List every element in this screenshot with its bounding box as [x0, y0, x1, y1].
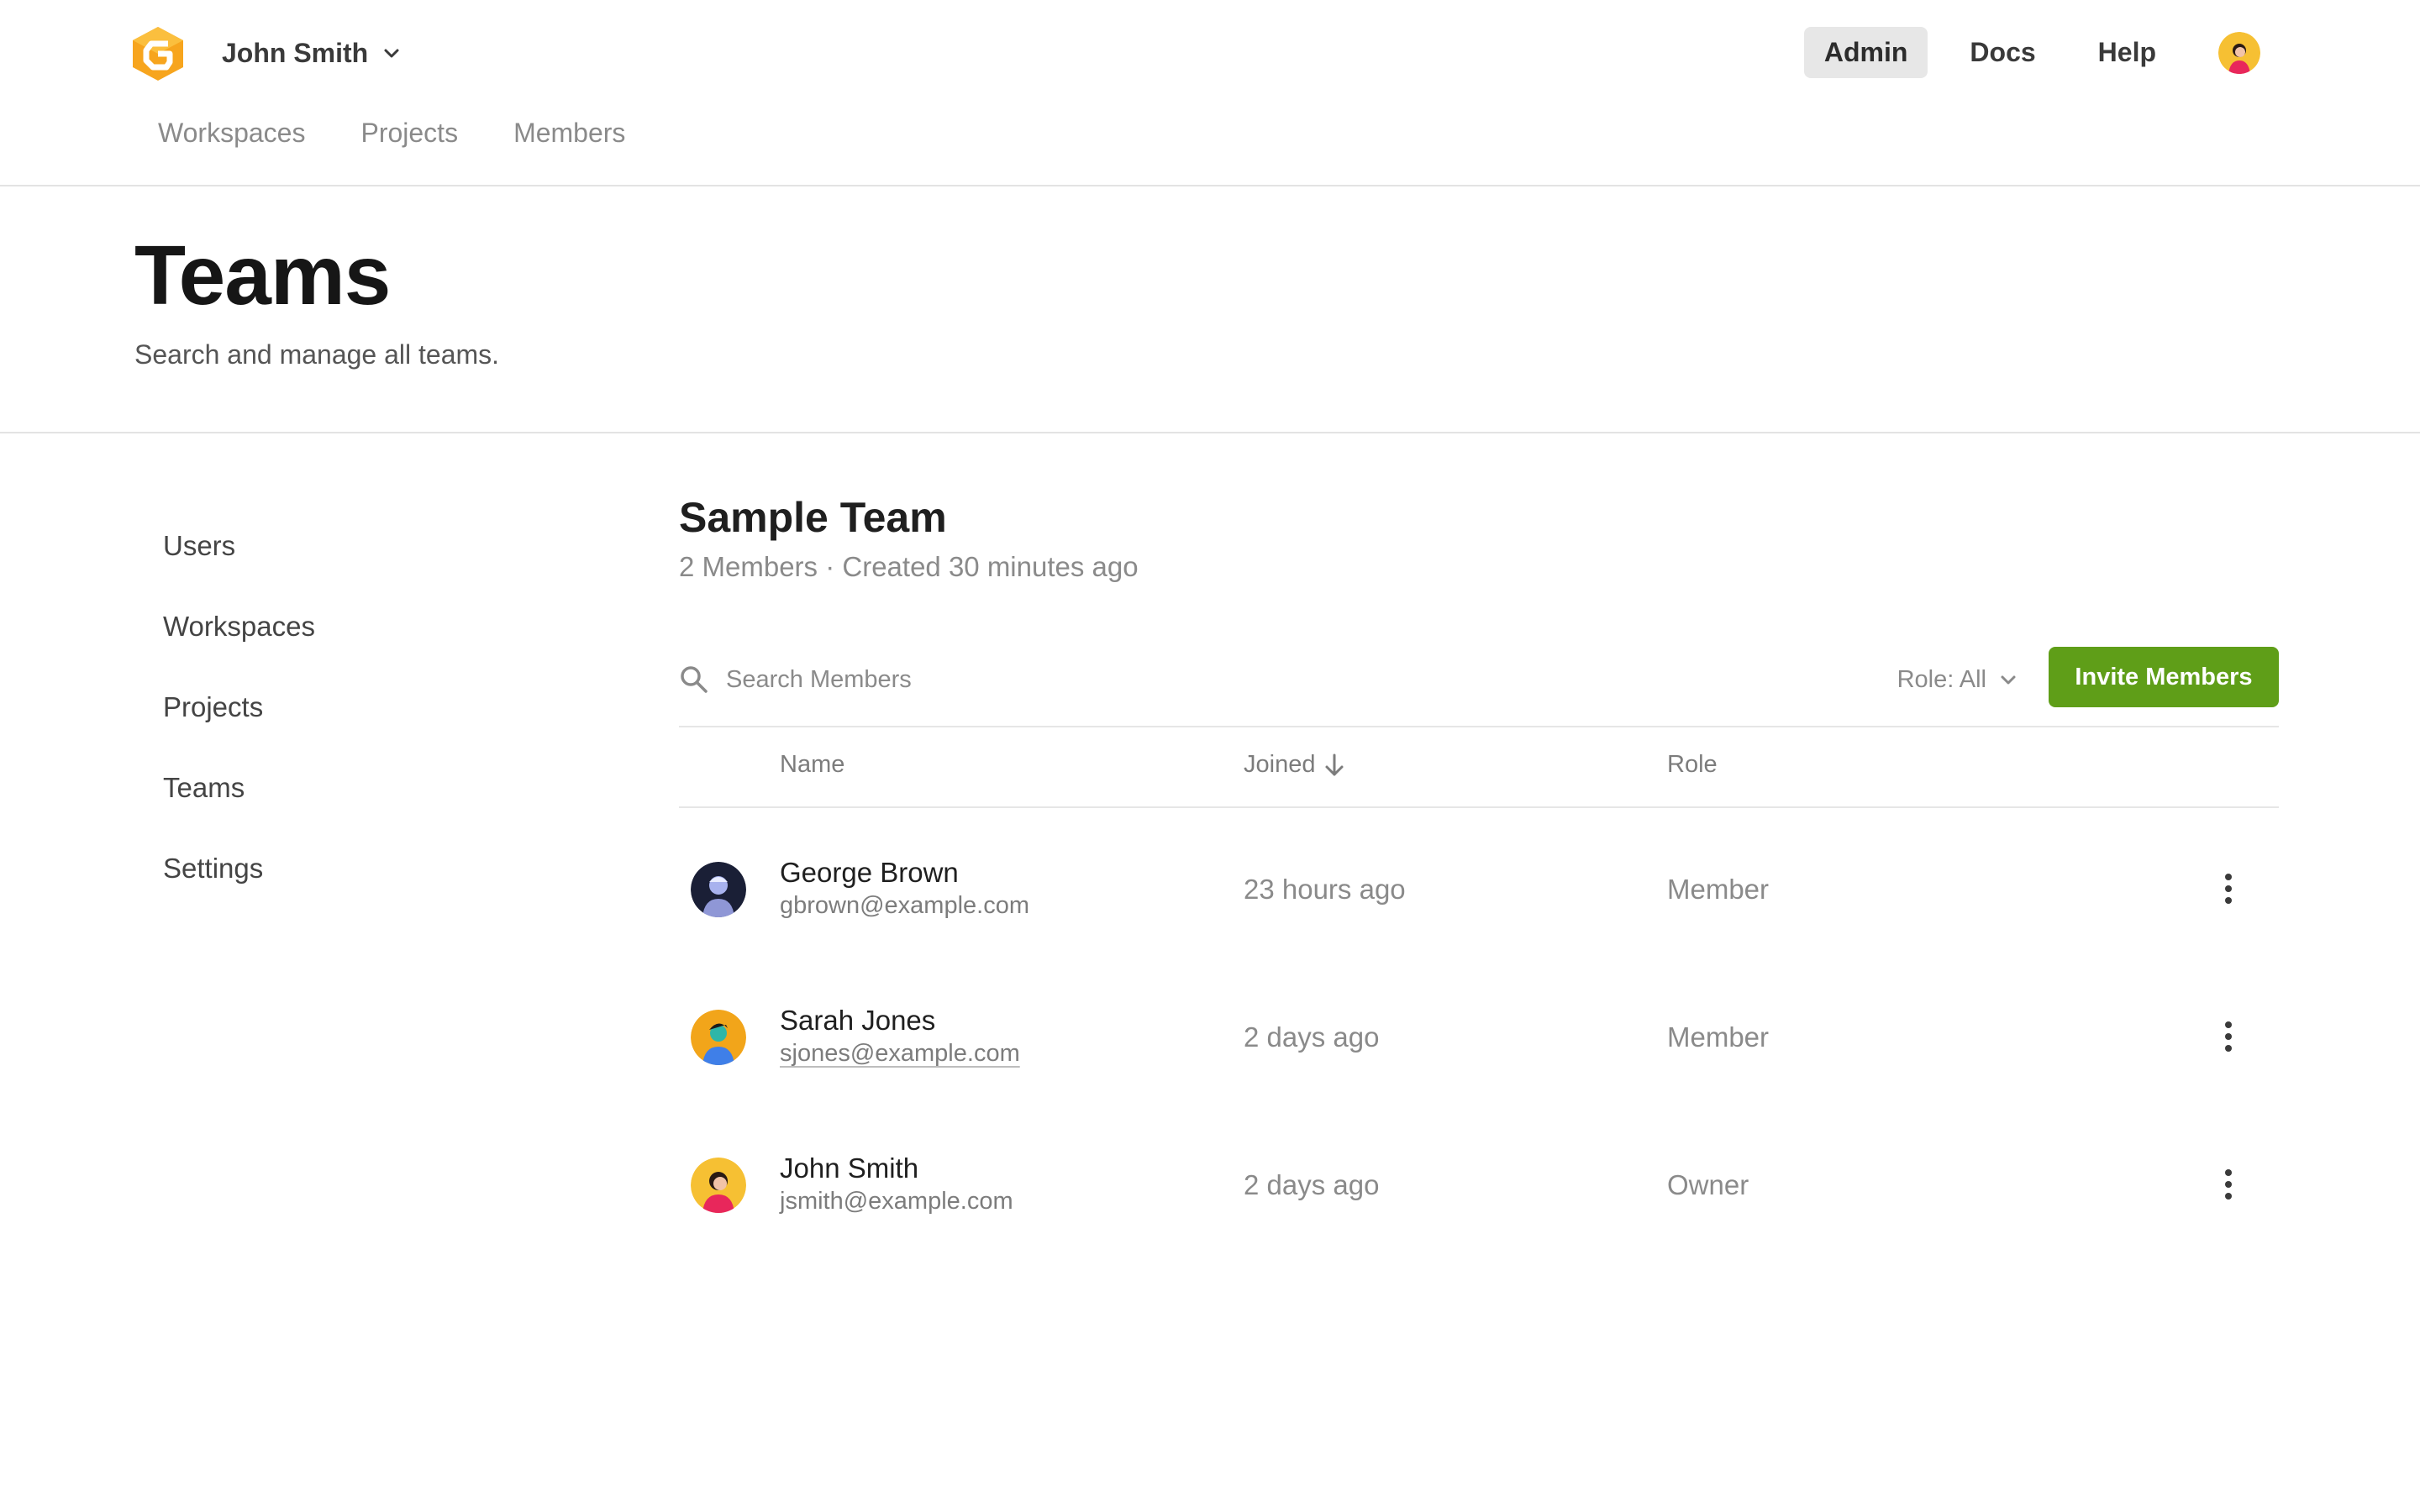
- member-role: Owner: [1667, 1169, 1749, 1200]
- page-title: Teams: [134, 228, 391, 323]
- member-search: [679, 659, 1316, 701]
- column-header-joined-label: Joined: [1244, 751, 1316, 778]
- app-logo-icon[interactable]: [131, 25, 185, 82]
- search-icon: [681, 666, 708, 693]
- member-email: gbrown@example.com: [780, 892, 1030, 919]
- nav-help[interactable]: Help: [2078, 27, 2176, 78]
- member-name: Sarah Jones: [780, 1005, 936, 1036]
- user-switcher[interactable]: John Smith: [222, 32, 402, 74]
- subnav-projects[interactable]: Projects: [360, 118, 458, 149]
- member-role: Member: [1667, 1021, 1770, 1053]
- page-subtitle: Search and manage all teams.: [134, 339, 500, 370]
- member-joined: 2 days ago: [1244, 1169, 1380, 1200]
- role-filter-dropdown[interactable]: Role: All: [1897, 659, 2018, 701]
- role-filter-label: Role: All: [1897, 665, 1986, 693]
- sidebar-item-projects[interactable]: Projects: [163, 687, 315, 768]
- table-row: Sarah Jones sjones@example.com 2 days ag…: [679, 956, 2279, 1104]
- page-header: Teams Search and manage all teams.: [0, 186, 2420, 433]
- table-row: George Brown gbrown@example.com 23 hours…: [679, 808, 2279, 956]
- user-switcher-label: John Smith: [222, 37, 369, 68]
- account-avatar[interactable]: [2218, 31, 2260, 74]
- sidebar-item-users[interactable]: Users: [163, 526, 315, 606]
- table-header: Name Joined Role: [679, 727, 2279, 808]
- top-bar: John Smith Admin Docs Help Workspaces Pr…: [0, 0, 2420, 186]
- more-actions-icon[interactable]: [2218, 1018, 2238, 1055]
- more-actions-icon[interactable]: [2218, 870, 2238, 907]
- top-nav: Admin Docs Help: [1803, 27, 2260, 78]
- team-meta: 2 Members · Created 30 minutes ago: [679, 551, 1139, 582]
- sidebar: Users Workspaces Projects Teams Settings: [163, 526, 315, 929]
- sidebar-item-teams[interactable]: Teams: [163, 768, 315, 848]
- invite-members-button[interactable]: Invite Members: [2049, 647, 2279, 707]
- member-email: jsmith@example.com: [780, 1188, 1013, 1215]
- members-toolbar: Role: All Invite Members: [679, 647, 2279, 727]
- sort-descending-icon: [1325, 753, 1344, 775]
- sidebar-item-settings[interactable]: Settings: [163, 848, 315, 929]
- member-email[interactable]: sjones@example.com: [780, 1040, 1020, 1068]
- subnav-workspaces[interactable]: Workspaces: [158, 118, 305, 149]
- subnav-members[interactable]: Members: [513, 118, 625, 149]
- more-actions-icon[interactable]: [2218, 1166, 2238, 1203]
- team-name: Sample Team: [679, 494, 947, 541]
- member-name: George Brown: [780, 857, 959, 888]
- nav-docs[interactable]: Docs: [1949, 27, 2055, 78]
- member-role: Member: [1667, 874, 1770, 905]
- search-input[interactable]: [724, 664, 1316, 695]
- avatar: [691, 862, 746, 917]
- table-row: John Smith jsmith@example.com 2 days ago…: [679, 1104, 2279, 1252]
- member-name: John Smith: [780, 1152, 919, 1184]
- column-header-joined[interactable]: Joined: [1244, 751, 1345, 779]
- column-header-name[interactable]: Name: [780, 751, 844, 779]
- team-detail: Sample Team 2 Members · Created 30 minut…: [679, 492, 2279, 1252]
- sidebar-item-workspaces[interactable]: Workspaces: [163, 606, 315, 687]
- member-joined: 23 hours ago: [1244, 874, 1406, 905]
- chevron-down-icon: [384, 49, 399, 58]
- avatar: [691, 1158, 746, 1213]
- sub-nav: Workspaces Projects Members: [158, 118, 625, 149]
- member-joined: 2 days ago: [1244, 1021, 1380, 1053]
- nav-admin[interactable]: Admin: [1803, 27, 1928, 78]
- column-header-role[interactable]: Role: [1667, 751, 1718, 779]
- avatar: [691, 1010, 746, 1065]
- chevron-down-icon: [2001, 675, 2016, 685]
